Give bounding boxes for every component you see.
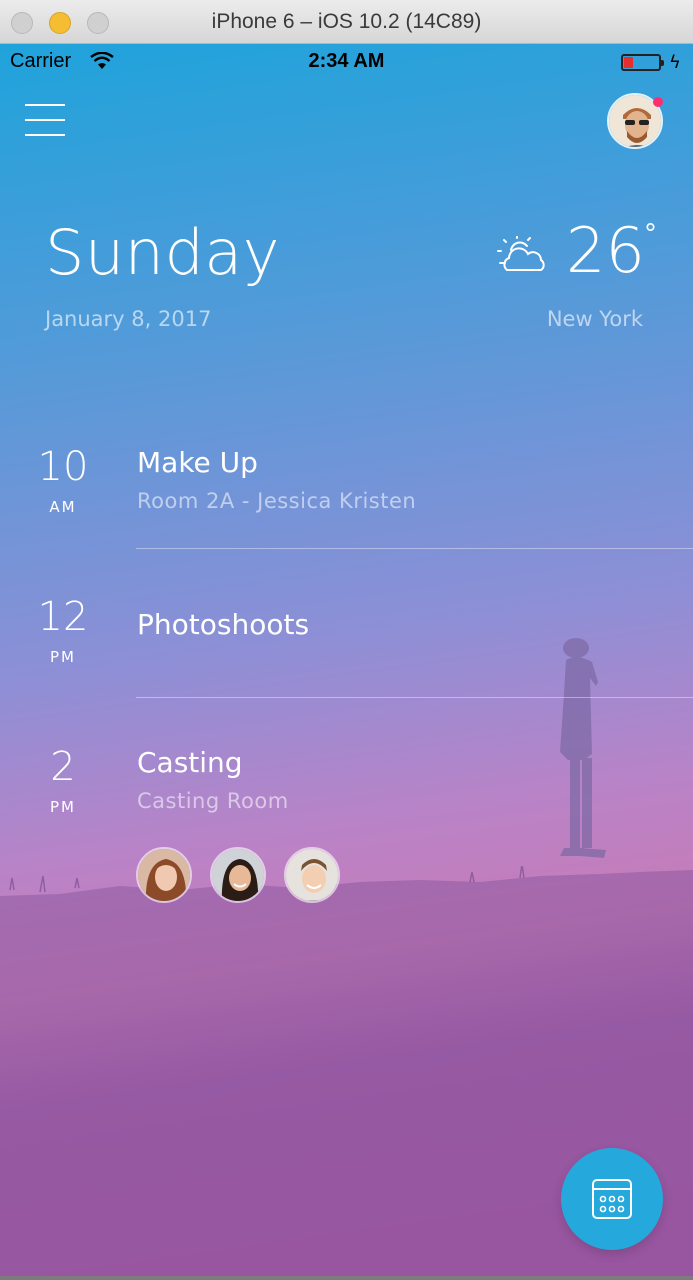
- event-ampm: AM: [49, 498, 77, 516]
- event-title: Make Up: [137, 446, 258, 479]
- calendar-fab-button[interactable]: [561, 1148, 663, 1250]
- status-bar: Carrier 2:34 AM ϟ: [0, 44, 693, 82]
- event-title: Photoshoots: [137, 608, 310, 641]
- temperature-value: 26: [566, 214, 645, 287]
- phone-screen: Carrier 2:34 AM ϟ Sunday January 8, 2017…: [0, 44, 693, 1280]
- event-hour: 2: [50, 744, 76, 790]
- city-label: New York: [546, 307, 643, 331]
- event-ampm: PM: [50, 798, 76, 816]
- attendee-avatar[interactable]: [284, 847, 340, 903]
- event-item-casting[interactable]: 2 PM Casting Casting Room: [0, 740, 693, 910]
- event-item-make-up[interactable]: 10 AM Make Up Room 2A - Jessica Kristen: [0, 440, 693, 550]
- window-title: iPhone 6 – iOS 10.2 (14C89): [211, 10, 482, 33]
- attendee-avatar[interactable]: [136, 847, 192, 903]
- simulator-titlebar: iPhone 6 – iOS 10.2 (14C89): [0, 0, 693, 44]
- event-subtitle: Casting Room: [137, 789, 289, 813]
- attendee-avatar[interactable]: [210, 847, 266, 903]
- profile-avatar-button[interactable]: [607, 93, 663, 149]
- event-item-photoshoots[interactable]: 12 PM Photoshoots: [0, 590, 693, 700]
- partly-cloudy-icon: [497, 236, 545, 271]
- event-title: Casting: [137, 746, 243, 779]
- battery-icon: [621, 54, 664, 71]
- status-time: 2:34 AM: [308, 50, 385, 72]
- simulator-bottom-edge: [0, 1276, 693, 1280]
- hamburger-menu-icon[interactable]: [25, 102, 65, 138]
- event-divider: [136, 697, 693, 698]
- degree-symbol: °: [644, 219, 657, 249]
- event-ampm: PM: [50, 648, 76, 666]
- battery-level: [624, 57, 633, 68]
- event-subtitle: Room 2A - Jessica Kristen: [137, 489, 417, 513]
- date-label: January 8, 2017: [45, 307, 212, 331]
- event-divider: [136, 548, 693, 549]
- notification-dot: [653, 97, 663, 107]
- event-hour: 12: [37, 594, 89, 640]
- charging-bolt-icon: ϟ: [669, 52, 681, 73]
- event-hour: 10: [37, 444, 89, 490]
- day-title: Sunday: [45, 216, 280, 289]
- calendar-icon: [592, 1179, 632, 1219]
